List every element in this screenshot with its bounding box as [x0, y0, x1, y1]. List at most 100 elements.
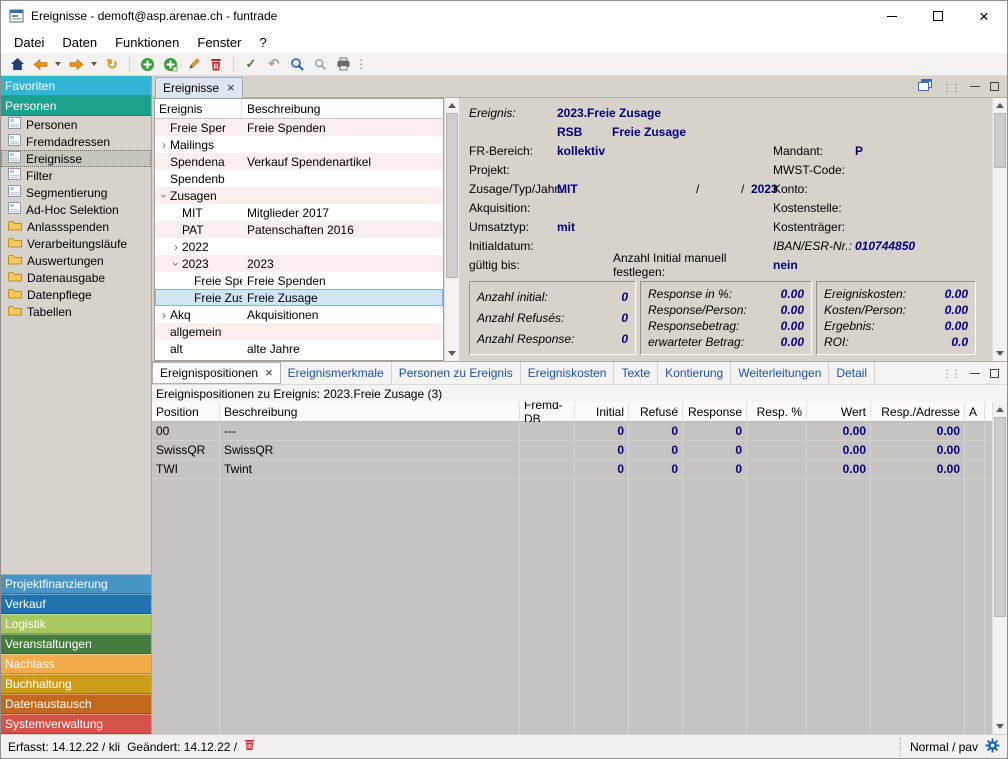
sidebar-section-datenaustausch[interactable]: Datenaustausch	[1, 694, 151, 714]
menu-datei[interactable]: Datei	[5, 35, 53, 50]
tab-ereigniskosten[interactable]: Ereigniskosten	[521, 362, 615, 384]
scroll-down-icon[interactable]	[993, 719, 1007, 734]
maximize-pane-icon[interactable]	[990, 369, 999, 378]
search-secondary-icon[interactable]	[310, 55, 330, 74]
tab-weiterleitungen[interactable]: Weiterleitungen	[731, 362, 829, 384]
tab-personen-zu-ereignis[interactable]: Personen zu Ereignis	[392, 362, 521, 384]
sidebar-item-adhoc-selektion[interactable]: Ad-Hoc Selektion	[1, 201, 151, 218]
close-button[interactable]	[961, 1, 1007, 31]
forward-icon[interactable]	[66, 55, 86, 74]
tree-scrollbar[interactable]	[444, 98, 459, 361]
gear-icon[interactable]	[985, 738, 1000, 756]
sidebar-section-buchhaltung[interactable]: Buchhaltung	[1, 674, 151, 694]
scroll-up-icon[interactable]	[445, 98, 459, 113]
scroll-down-icon[interactable]	[993, 346, 1007, 361]
tab-kontierung[interactable]: Kontierung	[658, 362, 731, 384]
tree-row[interactable]: Freie Sper Freie Spenden	[155, 119, 443, 136]
column-header-response[interactable]: Response	[683, 402, 747, 421]
column-header-resp-adresse[interactable]: Resp./Adresse	[871, 402, 965, 421]
maximize-button[interactable]	[915, 1, 961, 31]
tree-row[interactable]: 2023 2023	[155, 255, 443, 272]
undo-icon[interactable]	[264, 55, 284, 74]
sidebar-item-personen[interactable]: Personen	[1, 116, 151, 133]
detail-scrollbar[interactable]	[992, 98, 1007, 361]
tree-row-selected[interactable]: Freie Zusa Freie Zusage	[155, 289, 443, 306]
column-header-a[interactable]: A	[965, 402, 985, 421]
scroll-thumb[interactable]	[994, 417, 1006, 617]
minimize-pane-icon[interactable]	[970, 86, 980, 87]
column-header-beschreibung[interactable]: Beschreibung	[220, 402, 520, 421]
tree-row[interactable]: Mailings	[155, 136, 443, 153]
more-icon[interactable]	[356, 55, 366, 74]
confirm-icon[interactable]	[241, 55, 261, 74]
scroll-up-icon[interactable]	[993, 402, 1007, 417]
back-dropdown-icon[interactable]	[53, 55, 63, 74]
sidebar-section-projektfinanzierung[interactable]: Projektfinanzierung	[1, 574, 151, 594]
sidebar-section-personen[interactable]: Personen	[1, 96, 151, 116]
home-icon[interactable]	[7, 55, 27, 74]
tree-row[interactable]: Zusagen	[155, 187, 443, 204]
tree-row[interactable]: Spendena Verkauf Spendenartikel	[155, 153, 443, 170]
scroll-up-icon[interactable]	[993, 98, 1007, 113]
sidebar-section-veranstaltungen[interactable]: Veranstaltungen	[1, 634, 151, 654]
table-row[interactable]: SwissQR SwissQR 0 0 0 0.00 0.00	[152, 441, 992, 460]
tree-row[interactable]: Akq Akquisitionen	[155, 306, 443, 323]
table-row[interactable]: TWI Twint 0 0 0 0.00 0.00	[152, 460, 992, 479]
tab-ereignisse[interactable]: Ereignisse	[155, 77, 243, 98]
column-header-wert[interactable]: Wert	[807, 402, 871, 421]
minimize-pane-icon[interactable]	[970, 373, 980, 374]
table-row[interactable]: 00 --- 0 0 0 0.00 0.00	[152, 422, 992, 441]
restore-window-icon[interactable]	[918, 79, 932, 94]
forward-dropdown-icon[interactable]	[89, 55, 99, 74]
tab-detail[interactable]: Detail	[829, 362, 875, 384]
tab-close-icon[interactable]	[265, 366, 273, 380]
menu-fenster[interactable]: Fenster	[188, 35, 250, 50]
tree-row[interactable]: allgemein	[155, 323, 443, 340]
column-header-resp-pct[interactable]: Resp. %	[747, 402, 807, 421]
print-icon[interactable]	[333, 55, 353, 74]
scroll-down-icon[interactable]	[445, 346, 459, 361]
sidebar-item-verarbeitungslaeufe[interactable]: Verarbeitungsläufe	[1, 235, 151, 252]
sidebar-item-filter[interactable]: Filter	[1, 167, 151, 184]
add-icon[interactable]	[137, 55, 157, 74]
tab-ereignispositionen[interactable]: Ereignispositionen	[152, 362, 281, 384]
sidebar-section-verkauf[interactable]: Verkauf	[1, 594, 151, 614]
minimize-button[interactable]	[869, 1, 915, 31]
tree-row[interactable]: Freie Sper Freie Spenden	[155, 272, 443, 289]
column-header-position[interactable]: Position	[152, 402, 220, 421]
tab-texte[interactable]: Texte	[614, 362, 658, 384]
sidebar-section-systemverwaltung[interactable]: Systemverwaltung	[1, 714, 151, 734]
expand-icon[interactable]	[170, 240, 182, 254]
positions-scrollbar[interactable]	[992, 402, 1007, 734]
sidebar-section-nachlass[interactable]: Nachlass	[1, 654, 151, 674]
column-header-fremd-db[interactable]: Fremd-DB	[520, 402, 575, 421]
column-header-beschreibung[interactable]: Beschreibung	[242, 102, 443, 116]
search-icon[interactable]	[287, 55, 307, 74]
sidebar-item-ereignisse[interactable]: Ereignisse	[1, 150, 151, 167]
add-copy-icon[interactable]	[160, 55, 180, 74]
menu-funktionen[interactable]: Funktionen	[106, 35, 188, 50]
menu-dots-icon[interactable]	[942, 80, 960, 94]
sidebar-item-datenausgabe[interactable]: Datenausgabe	[1, 269, 151, 286]
maximize-pane-icon[interactable]	[990, 82, 999, 91]
refresh-icon[interactable]	[102, 55, 122, 74]
column-header-ereignis[interactable]: Ereignis	[155, 99, 242, 118]
trash-icon[interactable]	[244, 739, 255, 754]
sidebar-item-segmentierung[interactable]: Segmentierung	[1, 184, 151, 201]
tree-row[interactable]: alt alte Jahre	[155, 340, 443, 357]
sidebar-section-favoriten[interactable]: Favoriten	[1, 76, 151, 96]
scroll-thumb[interactable]	[446, 113, 458, 278]
collapse-icon[interactable]	[169, 258, 183, 270]
scroll-thumb[interactable]	[994, 113, 1006, 168]
menu-daten[interactable]: Daten	[53, 35, 106, 50]
edit-icon[interactable]	[183, 55, 203, 74]
sidebar-item-fremdadressen[interactable]: Fremdadressen	[1, 133, 151, 150]
tree-row[interactable]: Spendenb	[155, 170, 443, 187]
column-header-refuse[interactable]: Refusé	[629, 402, 683, 421]
delete-icon[interactable]	[206, 55, 226, 74]
collapse-icon[interactable]	[157, 190, 171, 202]
expand-icon[interactable]	[158, 308, 170, 322]
sidebar-section-logistik[interactable]: Logistik	[1, 614, 151, 634]
tree-row[interactable]: 2022	[155, 238, 443, 255]
column-header-initial[interactable]: Initial	[575, 402, 629, 421]
